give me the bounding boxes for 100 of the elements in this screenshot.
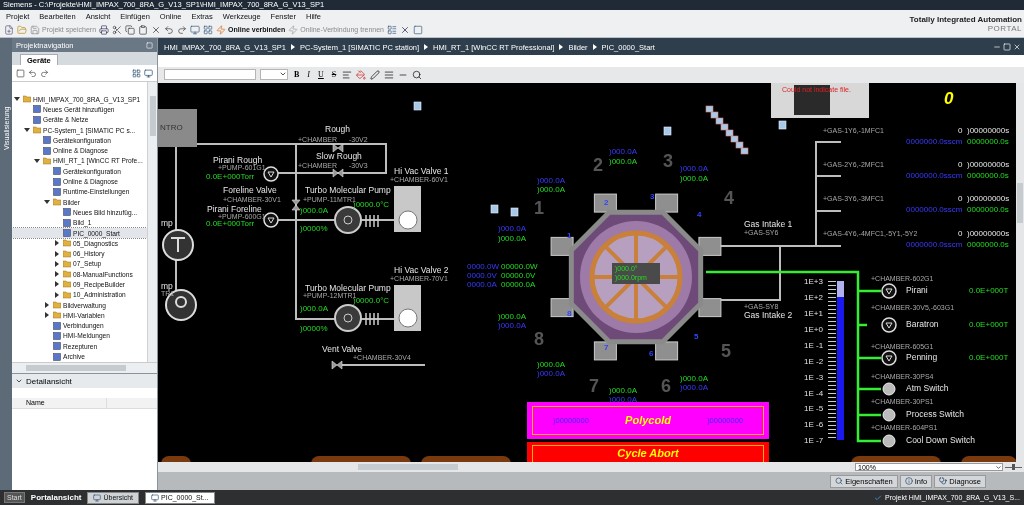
align-icon[interactable] — [342, 69, 353, 80]
port-number: 8 — [567, 309, 572, 319]
lines-icon[interactable] — [384, 69, 395, 80]
redo-icon[interactable] — [177, 24, 188, 35]
folder-icon — [53, 198, 61, 207]
monitor-icon[interactable] — [190, 24, 201, 35]
port-number: 3 — [650, 192, 655, 202]
format-button[interactable]: U — [316, 69, 326, 81]
counter-value: 0 — [958, 194, 963, 204]
counter-value: 0 — [944, 88, 954, 109]
zone-number: 1 — [534, 198, 544, 220]
forward-icon[interactable] — [40, 68, 49, 78]
collapsed-arrow-icon[interactable] — [43, 311, 51, 320]
collapsed-arrow-icon[interactable] — [53, 259, 61, 268]
check-icon — [874, 493, 883, 502]
portal-view-link[interactable]: Portalansicht — [30, 493, 82, 502]
zone-number: 2 — [593, 155, 603, 177]
close-icon[interactable] — [399, 24, 410, 35]
setpoint-value: )000.0A — [537, 369, 566, 379]
print-icon[interactable] — [99, 24, 110, 35]
equipment-label: Hi Vac Valve 1 — [394, 166, 449, 177]
grid-icon[interactable] — [132, 68, 141, 78]
close-icon[interactable] — [1013, 43, 1021, 52]
equipment-label: Slow Rough — [316, 151, 362, 162]
triangle-icon — [291, 44, 295, 51]
heater-coil-icon — [365, 214, 379, 228]
zone-number: 8 — [534, 329, 544, 351]
monitor-icon[interactable] — [144, 68, 153, 78]
font-field[interactable] — [164, 69, 256, 81]
zone-number: 6 — [661, 376, 671, 398]
setpoint-value: 0000000.0sscm — [906, 137, 963, 147]
chevron-icon[interactable] — [15, 377, 23, 385]
gauge-icon — [881, 317, 897, 333]
new-file-icon[interactable] — [4, 24, 14, 35]
equipment-label: mp — [161, 218, 173, 229]
collapsed-arrow-icon[interactable] — [53, 290, 61, 299]
folder-icon — [33, 126, 41, 135]
collapsed-arrow-icon[interactable] — [53, 270, 61, 279]
setpoint-value: 0000000.0sscm — [906, 171, 963, 181]
port-number: 2 — [604, 198, 609, 208]
pen-icon[interactable] — [370, 69, 381, 80]
window-icon — [413, 101, 422, 111]
actual-value: 0.0E+000T — [969, 320, 1009, 330]
undo-icon[interactable] — [164, 24, 175, 35]
valve-icon — [332, 143, 344, 153]
equipment-label: Process Switch — [906, 409, 965, 420]
format-button[interactable]: S — [329, 69, 339, 81]
window-icon[interactable] — [412, 24, 423, 35]
setpoint-value: 0000.0V — [467, 271, 497, 281]
folder-icon — [23, 95, 31, 104]
lightning-icon — [216, 24, 227, 35]
copy-icon[interactable] — [125, 24, 136, 35]
roughing-pump-icon — [162, 228, 194, 261]
collapsed-arrow-icon[interactable] — [53, 280, 61, 289]
scale-label: 1E -4 — [804, 388, 824, 398]
collapsed-arrow-icon[interactable] — [53, 239, 61, 248]
list-icon[interactable] — [386, 24, 397, 35]
scale-label: 1E -7 — [804, 436, 824, 446]
collapsed-arrow-icon[interactable] — [53, 249, 61, 258]
cycle-abort-panel[interactable]: Cycle Abort — [527, 441, 769, 463]
format-button[interactable]: I — [305, 69, 312, 81]
gauge-icon — [881, 350, 897, 366]
setpoint-value: )000.0A — [609, 147, 638, 157]
maximize-icon[interactable] — [1003, 43, 1011, 52]
equipment-label: Foreline Valve — [223, 185, 277, 196]
intro-button[interactable]: NTRO — [158, 108, 197, 147]
collapsed-arrow-icon[interactable] — [43, 301, 51, 310]
scrollbar-thumb[interactable] — [358, 464, 458, 471]
delete-icon[interactable] — [151, 24, 162, 35]
grid-icon[interactable] — [203, 24, 214, 35]
setpoint-value: )000.0A — [498, 321, 527, 331]
triangle-icon — [424, 44, 429, 51]
equipment-label: mp — [161, 281, 173, 291]
size-field[interactable] — [260, 69, 288, 81]
back-icon[interactable] — [28, 68, 37, 78]
cut-icon[interactable] — [112, 24, 123, 35]
zoom-slider[interactable] — [1003, 462, 1024, 473]
fill-icon[interactable] — [356, 69, 367, 80]
actual-value: )000.0A — [537, 360, 566, 370]
square-icon[interactable] — [16, 68, 25, 78]
paste-icon[interactable] — [138, 24, 149, 35]
actual-value: )0000% — [300, 224, 328, 234]
valve-icon — [331, 360, 343, 370]
format-button[interactable]: B — [292, 69, 302, 81]
setpoint-value: 0000.0A — [467, 280, 497, 290]
port-number: 7 — [604, 343, 609, 353]
search-icon — [835, 477, 844, 486]
stacked-squares-drawing — [705, 105, 749, 155]
actual-value: )0000.0°C — [353, 200, 390, 210]
scale-label: 1E+2 — [804, 293, 823, 303]
scale-label: 1E -1 — [804, 340, 824, 350]
expanded-arrow-icon[interactable] — [33, 156, 41, 165]
actual-value: )000.0A — [680, 374, 709, 384]
actual-value: )000.0A — [498, 234, 527, 244]
actual-value: 0.0E+000T — [969, 353, 1009, 363]
actual-value: 0000000.0s — [967, 171, 1009, 181]
slider-thumb[interactable] — [1012, 464, 1015, 471]
counter-value: )00000000s — [967, 160, 1010, 170]
switch-icon — [882, 434, 896, 448]
zoom-icon[interactable] — [412, 69, 423, 80]
